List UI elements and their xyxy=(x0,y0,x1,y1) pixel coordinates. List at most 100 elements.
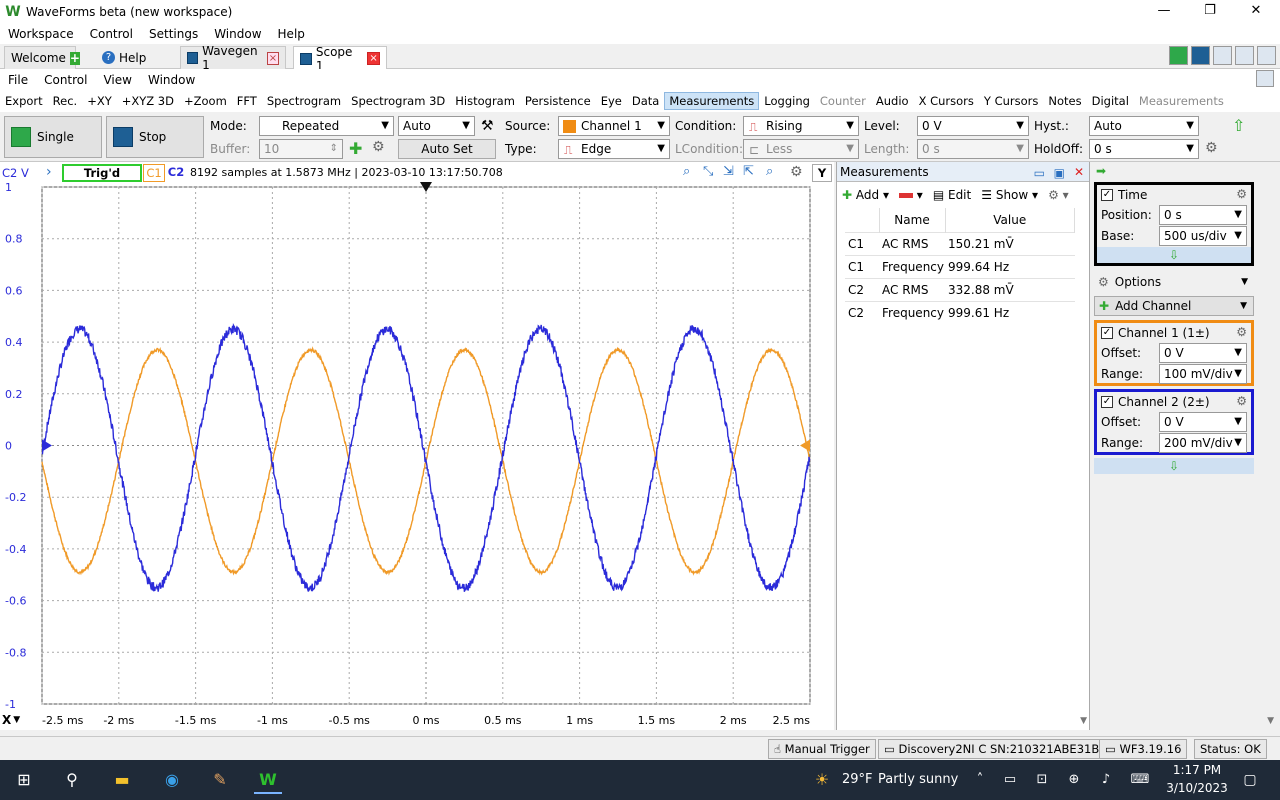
menu-control[interactable]: Control xyxy=(36,73,95,87)
gear-icon[interactable]: ⚙ ▾ xyxy=(1048,188,1069,202)
weather-sun-icon[interactable]: ☀ xyxy=(808,766,836,794)
menu-control[interactable]: Control xyxy=(82,27,141,41)
y-cursors-button[interactable]: Y Cursors xyxy=(979,94,1043,108)
channel-1-offset-input[interactable]: 0 V ▼ xyxy=(1159,343,1247,363)
channel-1-checkbox[interactable]: ✓ xyxy=(1101,327,1113,339)
dock-icon[interactable] xyxy=(1256,70,1274,87)
tab-welcome[interactable]: Welcome + xyxy=(4,46,80,69)
spectrogram-button[interactable]: Spectrogram xyxy=(262,94,346,108)
condition-select[interactable]: ⎍ Rising ▼ xyxy=(743,116,859,136)
oscilloscope-plot[interactable]: 1 0.8 0.6 0.4 0.2 0 -0.2 -0.4 -0.6 -0.8 -1 -2.5 ms… xyxy=(0,162,834,730)
layout-icon[interactable] xyxy=(1213,46,1232,65)
edit-measurement-button[interactable]: ▤ Edit xyxy=(933,188,971,202)
stop-icon[interactable] xyxy=(1191,46,1210,65)
menu-view[interactable]: View xyxy=(95,73,139,87)
arrow-up-icon[interactable]: ⇧ xyxy=(1232,116,1245,135)
x-axis-button[interactable]: X xyxy=(2,713,11,727)
persistence-button[interactable]: Persistence xyxy=(520,94,596,108)
length-input[interactable]: 0 s ▼ xyxy=(917,139,1029,159)
version-button[interactable]: ▭ WF3.19.16 xyxy=(1099,739,1188,759)
battery-icon[interactable]: ▭ xyxy=(996,766,1024,794)
rec-button[interactable]: Rec. xyxy=(48,94,83,108)
eye-button[interactable]: Eye xyxy=(596,94,627,108)
lcondition-select[interactable]: ⊏ Less ▼ xyxy=(743,139,859,159)
menu-help[interactable]: Help xyxy=(270,27,313,41)
mode-select[interactable]: Repeated ▼ xyxy=(259,116,394,136)
show-measurement-button[interactable]: ☰ Show ▾ xyxy=(981,188,1038,202)
scroll-down-icon[interactable]: ▼ xyxy=(1267,716,1274,726)
xyz3d-button[interactable]: +XYZ 3D xyxy=(117,94,179,108)
channel-2-range-select[interactable]: 200 mV/div ▼ xyxy=(1159,433,1247,453)
manual-trigger-button[interactable]: ☝ Manual Trigger xyxy=(768,739,876,759)
add-channel-button[interactable]: ✚ Add Channel ▼ xyxy=(1094,296,1254,316)
notes-button[interactable]: Notes xyxy=(1043,94,1086,108)
run-icon[interactable] xyxy=(1169,46,1188,65)
hyst-select[interactable]: Auto ▼ xyxy=(1089,116,1199,136)
weather-temp[interactable]: 29°F xyxy=(842,772,873,787)
close-tab-icon[interactable]: × xyxy=(367,52,381,65)
layout-icon[interactable] xyxy=(1235,46,1254,65)
expand-down-icon[interactable]: ⇩ xyxy=(1097,247,1251,263)
clock-time[interactable]: 1:17 PM xyxy=(1168,763,1226,777)
expand-down-icon[interactable]: ⇩ xyxy=(1094,458,1254,474)
gear-icon[interactable]: ⚙ xyxy=(1236,187,1247,201)
search-icon[interactable]: ⚲ xyxy=(58,766,86,794)
logging-button[interactable]: Logging xyxy=(759,94,815,108)
zoom-button[interactable]: +Zoom xyxy=(179,94,232,108)
layout-icon[interactable] xyxy=(1257,46,1276,65)
menu-window[interactable]: Window xyxy=(140,73,203,87)
menu-file[interactable]: File xyxy=(0,73,36,87)
speaker-icon[interactable]: ♪ xyxy=(1092,766,1120,794)
gear-icon[interactable]: ⚙ xyxy=(1205,140,1218,156)
options-dropdown[interactable]: ⚙ Options ▼ xyxy=(1094,272,1254,292)
windows-start-icon[interactable]: ⊞ xyxy=(10,766,38,794)
single-button[interactable]: Single xyxy=(4,116,102,158)
menu-settings[interactable]: Settings xyxy=(141,27,206,41)
close-tab-icon[interactable]: × xyxy=(267,51,279,65)
export-button[interactable]: Export xyxy=(0,94,48,108)
arrow-right-icon[interactable]: ➡ xyxy=(1096,164,1106,178)
time-base-select[interactable]: 500 us/div ▼ xyxy=(1159,226,1247,246)
edge-browser-icon[interactable]: ◉ xyxy=(158,766,186,794)
waveforms-app-icon[interactable]: W xyxy=(254,766,282,794)
add-measurement-button[interactable]: ✚ Add ▾ xyxy=(842,188,889,202)
time-position-input[interactable]: 0 s ▼ xyxy=(1159,205,1247,225)
close-window-button[interactable]: ✕ xyxy=(1233,0,1279,23)
close-panel-icon[interactable]: ✕ xyxy=(1074,162,1084,182)
weather-text[interactable]: Partly sunny xyxy=(878,772,958,787)
gear-icon[interactable]: ⚙ xyxy=(372,139,385,155)
buffer-input[interactable]: 10 ⇕ xyxy=(259,139,343,159)
xy-button[interactable]: +XY xyxy=(82,94,117,108)
chevron-up-icon[interactable]: ˄ xyxy=(966,766,994,794)
paint-icon[interactable]: ✎ xyxy=(206,766,234,794)
time-checkbox[interactable]: ✓ xyxy=(1101,189,1113,201)
keyboard-icon[interactable]: ⌨ xyxy=(1126,766,1154,794)
channel-1-range-select[interactable]: 100 mV/div ▼ xyxy=(1159,364,1247,384)
gear-icon[interactable]: ⚙ xyxy=(1236,394,1247,408)
menu-window[interactable]: Window xyxy=(206,27,269,41)
fft-button[interactable]: FFT xyxy=(232,94,262,108)
tab-scope[interactable]: Scope 1 × xyxy=(293,45,387,73)
histogram-button[interactable]: Histogram xyxy=(450,94,520,108)
gear-icon[interactable]: ⚙ xyxy=(1236,325,1247,339)
clock-date[interactable]: 3/10/2023 xyxy=(1164,781,1230,795)
counter-button[interactable]: Counter xyxy=(815,94,871,108)
table-row[interactable]: C1 Frequency 999.64 Hz xyxy=(845,254,1075,278)
table-row[interactable]: C2 Frequency 999.61 Hz xyxy=(845,300,1075,324)
minimize-panel-icon[interactable]: ▭ xyxy=(1034,163,1045,183)
restore-button[interactable]: ❐ xyxy=(1187,0,1233,23)
system-tray-icon[interactable]: ⊡ xyxy=(1028,766,1056,794)
mode-auto-select[interactable]: Auto ▼ xyxy=(398,116,475,136)
remove-measurement-button[interactable]: ▾ xyxy=(898,188,923,202)
tab-help[interactable]: ? Help xyxy=(96,46,166,69)
stop-button[interactable]: Stop xyxy=(106,116,204,158)
x-cursors-button[interactable]: X Cursors xyxy=(914,94,979,108)
table-row[interactable]: C1 AC RMS 150.21 mV̄ xyxy=(845,231,1075,255)
source-select[interactable]: Channel 1 ▼ xyxy=(558,116,670,136)
device-button[interactable]: ▭ Discovery2NI C SN:210321ABE31B USB xyxy=(878,739,1133,759)
digital-button[interactable]: Digital xyxy=(1087,94,1134,108)
notification-icon[interactable]: ▢ xyxy=(1236,766,1264,794)
globe-icon[interactable]: ⊕ xyxy=(1060,766,1088,794)
data-button[interactable]: Data xyxy=(627,94,664,108)
spectrogram3d-button[interactable]: Spectrogram 3D xyxy=(346,94,450,108)
